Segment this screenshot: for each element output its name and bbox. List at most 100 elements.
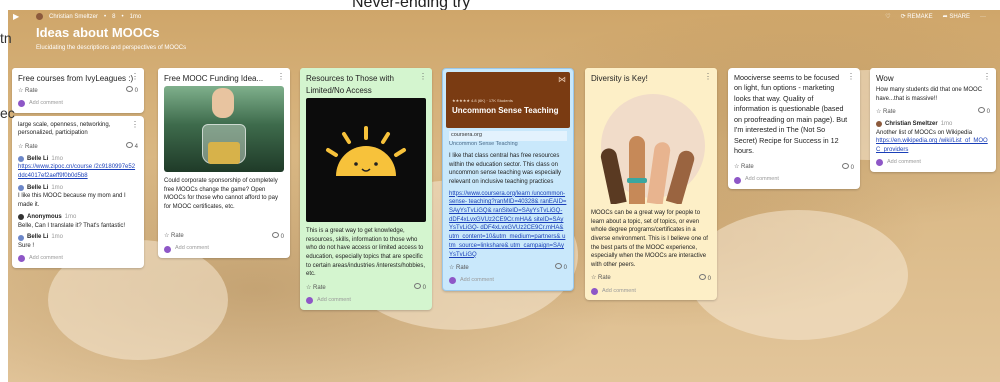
breadcrumb: Christian Smeltzer • 8 • 1mo bbox=[36, 13, 141, 20]
post-more-icon[interactable]: ⋮ bbox=[419, 71, 427, 83]
rate-label: Rate bbox=[171, 233, 184, 240]
post-card[interactable]: ⋈ ★★★★★ 4.8 (6K) · 17K Students Uncommon… bbox=[442, 68, 574, 291]
rate-button[interactable]: ☆ Rate bbox=[306, 284, 326, 293]
post-title-text: Wow bbox=[876, 74, 894, 83]
post-more-icon[interactable]: ⋮ bbox=[704, 71, 712, 83]
post-more-icon[interactable]: ⋮ bbox=[983, 71, 991, 83]
link-site[interactable]: coursera.org bbox=[449, 131, 567, 141]
post-more-icon[interactable]: ⋮ bbox=[131, 71, 139, 83]
comment-text: Belle, Can I translate it? That's fantas… bbox=[18, 222, 126, 229]
rate-button[interactable]: ☆ Rate bbox=[449, 264, 469, 273]
add-comment[interactable]: Add comment bbox=[734, 176, 854, 184]
rate-label: Rate bbox=[741, 164, 754, 170]
comment-count[interactable]: 0 bbox=[271, 231, 284, 242]
comment-text: Another list of MOOCs on Wikipedia bbox=[876, 129, 973, 136]
post-title: Diversity is Key! ⋮ bbox=[585, 68, 717, 86]
add-comment[interactable]: Add comment bbox=[164, 245, 284, 253]
comment: Anonymous 1mo Belle, Can I translate it?… bbox=[18, 213, 138, 230]
post-text: Mooc­iverse seems to be focused on light… bbox=[734, 73, 848, 156]
board-actions: ♡ ⟳ REMAKE ➦ SHARE ··· bbox=[885, 13, 986, 21]
diverse-hands-image bbox=[591, 86, 711, 204]
comment-icon bbox=[413, 283, 421, 290]
post-title-text: Free MOOC Funding Idea... bbox=[164, 74, 264, 83]
post-more-icon[interactable]: ⋮ bbox=[277, 71, 285, 83]
commenter-avatar bbox=[18, 156, 24, 163]
column-diversity: Diversity is Key! ⋮ MOOCs can be a great… bbox=[585, 68, 717, 301]
comment-link[interactable]: https://en.wikipedia.org /wiki/List_of_M… bbox=[876, 137, 990, 154]
comment-count-value: 4 bbox=[134, 144, 138, 151]
add-comment-label: Add comment bbox=[887, 158, 921, 165]
column-free-courses: Free courses from IvyLeagues :) ⋮ ☆ Rate… bbox=[12, 68, 144, 268]
comment-icon bbox=[977, 107, 985, 114]
comment: Belle Li 1mo Sure ! bbox=[18, 233, 138, 250]
comment: Belle Li 1mo https://www.zipoc.cn/course… bbox=[18, 155, 138, 181]
comment-count[interactable]: 0 bbox=[977, 107, 990, 117]
heart-icon[interactable]: ♡ bbox=[885, 13, 890, 20]
post-title: Wow ⋮ bbox=[870, 68, 996, 86]
remake-button[interactable]: ⟳ REMAKE bbox=[901, 13, 933, 20]
rate-button[interactable]: ☆ Rate bbox=[18, 87, 38, 96]
commenter-name: Belle Li bbox=[27, 155, 49, 162]
comment: Christian Smeltzer 1mo Another list of M… bbox=[876, 120, 990, 155]
post-card[interactable]: Diversity is Key! ⋮ MOOCs can be a great… bbox=[585, 68, 717, 301]
rate-button[interactable]: ☆ Rate bbox=[18, 143, 38, 152]
post-text: This is a great way to get knowledge, re… bbox=[306, 228, 426, 278]
add-comment[interactable]: Add comment bbox=[306, 297, 426, 305]
post-text: How many students did that one MOOC have… bbox=[876, 87, 983, 102]
comment-count-value: 0 bbox=[280, 233, 284, 240]
post-link[interactable]: https://www.coursera.org/learn /uncommon… bbox=[449, 190, 567, 260]
banner-title: Uncommon Sense Teaching bbox=[452, 106, 559, 115]
comment-count[interactable]: 0 bbox=[841, 162, 854, 173]
comment-count[interactable]: 0 bbox=[698, 273, 711, 284]
rate-row: ☆ Rate 0 bbox=[876, 107, 990, 117]
rate-row: ☆ Rate 0 bbox=[18, 86, 138, 96]
comment-icon bbox=[125, 142, 133, 149]
comment-count[interactable]: 0 bbox=[413, 283, 426, 293]
rate-button[interactable]: ☆ Rate bbox=[591, 274, 611, 283]
share-label: SHARE bbox=[949, 14, 970, 20]
more-options-icon[interactable]: ··· bbox=[980, 14, 986, 20]
add-comment[interactable]: Add comment bbox=[18, 255, 138, 263]
sun-illustration bbox=[306, 98, 426, 222]
rate-row: ☆ Rate 0 bbox=[591, 273, 711, 284]
add-comment[interactable]: Add comment bbox=[591, 288, 711, 296]
post-card[interactable]: Resources to Those with Limited/No Acces… bbox=[300, 68, 432, 310]
post-more-icon[interactable]: ⋮ bbox=[847, 71, 855, 83]
add-comment[interactable]: Add comment bbox=[876, 159, 990, 167]
comment-count[interactable]: 0 bbox=[554, 263, 567, 273]
column-mooc-funding: Free MOOC Funding Idea... ⋮ Could corpor… bbox=[158, 68, 290, 259]
add-comment-label: Add comment bbox=[29, 254, 63, 261]
post-card[interactable]: ⋮ large scale, openness, networking, per… bbox=[12, 115, 144, 268]
user-avatar bbox=[591, 287, 598, 295]
rate-label: Rate bbox=[883, 108, 896, 115]
board-title: Ideas about MOOCs bbox=[36, 25, 160, 40]
padlet-logo-icon[interactable]: ▶ bbox=[13, 12, 19, 21]
comment-link[interactable]: https://www.zipoc.cn/course /2c9180997e5… bbox=[18, 163, 138, 180]
rate-button[interactable]: ☆ Rate bbox=[876, 108, 896, 117]
post-card[interactable]: Free MOOC Funding Idea... ⋮ Could corpor… bbox=[158, 68, 290, 259]
background-fragment-1: tn bbox=[0, 30, 12, 46]
post-card[interactable]: Free courses from IvyLeagues :) ⋮ ☆ Rate… bbox=[12, 68, 144, 113]
column-uncommon-sense: ⋈ ★★★★★ 4.8 (6K) · 17K Students Uncommon… bbox=[442, 68, 574, 291]
commenter-name: Belle Li bbox=[27, 234, 49, 241]
comment-count[interactable]: 4 bbox=[125, 142, 138, 152]
breadcrumb-author[interactable]: Christian Smeltzer bbox=[49, 14, 98, 20]
add-comment[interactable]: Add comment bbox=[18, 100, 138, 108]
comment-count-value: 0 bbox=[850, 164, 854, 171]
comment-count[interactable]: 0 bbox=[125, 86, 138, 96]
post-title-text: Diversity is Key! bbox=[591, 74, 648, 83]
user-avatar bbox=[18, 100, 25, 108]
commenter-name: Belle Li bbox=[27, 184, 49, 191]
post-card[interactable]: Wow ⋮ How many students did that one MOO… bbox=[870, 68, 996, 172]
user-avatar bbox=[306, 297, 313, 305]
add-comment[interactable]: Add comment bbox=[449, 277, 567, 285]
rate-button[interactable]: ☆ Rate bbox=[164, 232, 184, 241]
post-more-icon[interactable]: ⋮ bbox=[131, 119, 139, 131]
share-button[interactable]: ➦ SHARE bbox=[943, 13, 970, 20]
rate-row: ☆ Rate 4 bbox=[18, 142, 138, 152]
post-card[interactable]: ⋮ Mooc­iverse seems to be focused on lig… bbox=[728, 68, 860, 190]
comment-time: 1mo bbox=[51, 234, 64, 241]
breadcrumb-count: 8 bbox=[112, 13, 116, 20]
column-wow: Wow ⋮ How many students did that one MOO… bbox=[870, 68, 996, 172]
rate-button[interactable]: ☆ Rate bbox=[734, 163, 754, 172]
